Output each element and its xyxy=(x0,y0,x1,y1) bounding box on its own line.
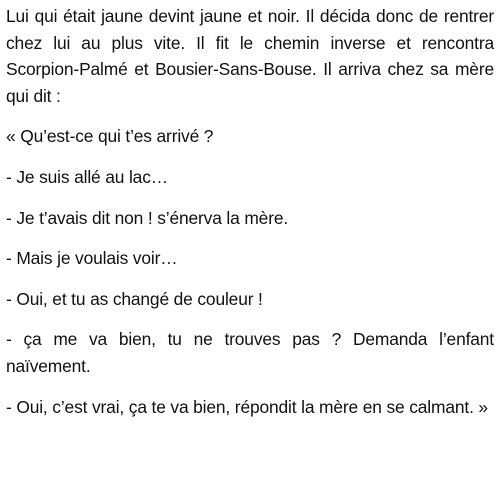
dialogue-line: - ça me va bien, tu ne trouves pas ? Dem… xyxy=(6,329,494,376)
dialogue-line: - Je t’avais dit non ! s’énerva la mère. xyxy=(6,207,289,228)
dialogue-line: « Qu’est-ce qui t’es arrivé ? xyxy=(6,126,214,147)
document-body: Lui qui était jaune devint jaune et noir… xyxy=(6,3,494,434)
dialogue-line: - Oui, et tu as changé de couleur ! xyxy=(6,288,263,309)
paragraph-narration: Lui qui était jaune devint jaune et noir… xyxy=(6,6,494,106)
dialogue-line: - Mais je voulais voir… xyxy=(6,248,178,269)
dialogue-line: - Je suis allé au lac… xyxy=(6,166,168,187)
dialogue-line: - Oui, c’est vrai, ça te va bien, répond… xyxy=(6,396,488,417)
